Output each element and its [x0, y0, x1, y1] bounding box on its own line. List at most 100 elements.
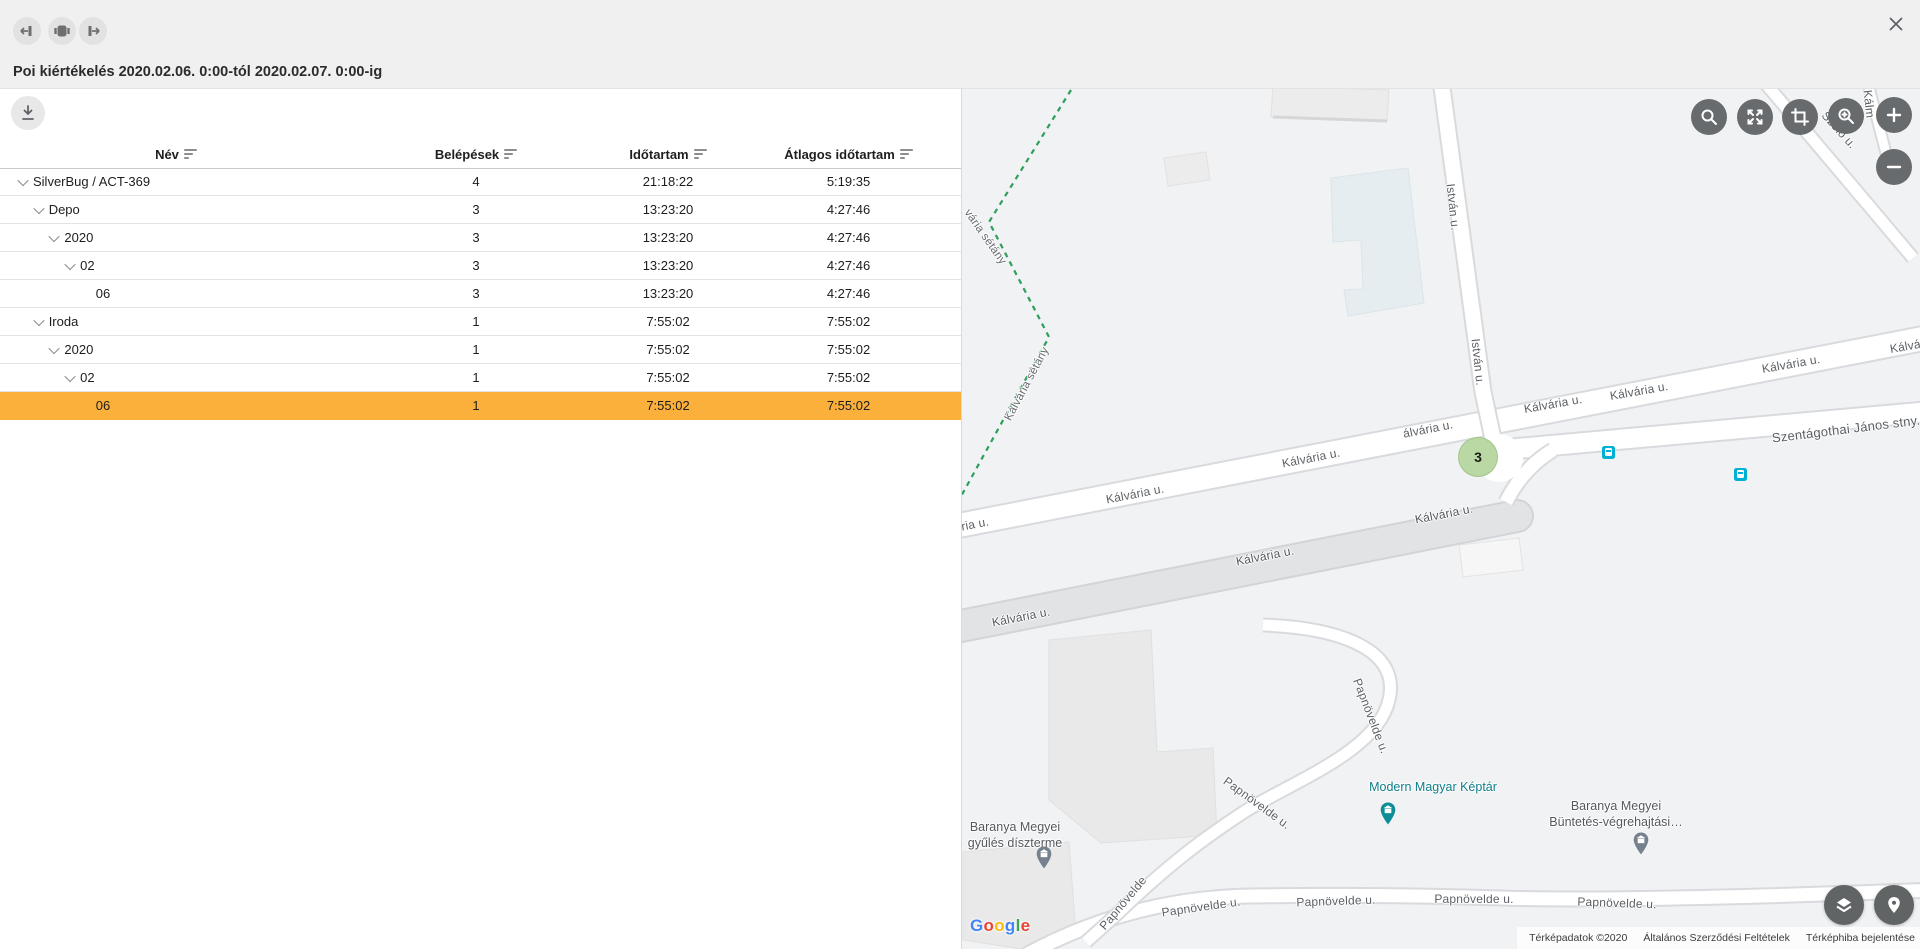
duration-value: 7:55:02: [600, 398, 736, 413]
table-body: SilverBug / ACT-369421:18:225:19:35Depo3…: [0, 168, 961, 420]
expand-chevron-icon[interactable]: [29, 308, 49, 335]
map-layers-button[interactable]: [1824, 885, 1864, 925]
table-row[interactable]: SilverBug / ACT-369421:18:225:19:35: [0, 168, 961, 196]
location-pin-icon: [1884, 895, 1904, 915]
poi-pin-icon-baranya-gyules[interactable]: [1035, 846, 1054, 876]
collapse-right-button[interactable]: [79, 17, 107, 45]
expand-chevron-icon: [76, 392, 96, 419]
report-panel: Név Belépések Időtartam Átlagos időtartam S…: [0, 88, 961, 949]
duration-value: 13:23:20: [600, 258, 736, 273]
poi-pin-icon-baranya-buntetes[interactable]: [1632, 832, 1651, 862]
entries-value: 1: [352, 398, 600, 413]
google-logo-letter: g: [1005, 916, 1016, 935]
name-cell: 2020: [0, 336, 352, 363]
column-header-label: Átlagos időtartam: [784, 147, 895, 162]
avg-duration-value: 4:27:46: [736, 202, 961, 217]
expand-chevron-icon[interactable]: [29, 196, 49, 223]
close-icon[interactable]: [1884, 12, 1908, 36]
arrow-to-bar-right-icon: [84, 22, 102, 40]
row-name: 02: [80, 370, 94, 385]
zoom-area-icon: [1836, 106, 1856, 126]
poi-pin-icon-modern-magyar-keptar[interactable]: [1379, 802, 1398, 832]
bus-stop-icon[interactable]: [1734, 468, 1747, 481]
layout-center-button[interactable]: [48, 17, 76, 45]
sort-icon: [694, 147, 707, 161]
poi-label-baranya-buntetes[interactable]: Baranya MegyeiBüntetés-végrehajtási…: [1549, 798, 1682, 830]
poi-label-modern-magyar-keptar[interactable]: Modern Magyar Képtár: [1369, 779, 1497, 795]
map-search-button[interactable]: [1691, 99, 1727, 135]
expand-chevron-icon[interactable]: [13, 168, 33, 195]
row-name: 06: [96, 398, 110, 413]
road-kalvaria-gray: [962, 516, 1517, 628]
entries-value: 3: [352, 258, 600, 273]
minus-icon: [1884, 157, 1904, 177]
collapse-left-button[interactable]: [13, 17, 41, 45]
expand-chevron-icon[interactable]: [44, 336, 64, 363]
avg-duration-value: 7:55:02: [736, 314, 961, 329]
name-cell: 02: [0, 364, 352, 391]
google-logo[interactable]: Google: [970, 916, 1030, 936]
fullscreen-icon: [1745, 107, 1765, 127]
google-logo-letter: o: [984, 916, 995, 935]
table-row[interactable]: 02313:23:204:27:46: [0, 252, 961, 280]
google-logo-letter: e: [1021, 916, 1031, 935]
expand-chevron-icon[interactable]: [60, 364, 80, 391]
name-cell: 02: [0, 252, 352, 279]
download-button[interactable]: [11, 96, 45, 130]
column-header-label: Időtartam: [629, 147, 688, 162]
attribution-link[interactable]: Térképhiba bejelentése: [1806, 932, 1915, 944]
avg-duration-value: 7:55:02: [736, 398, 961, 413]
table-row[interactable]: 202017:55:027:55:02: [0, 336, 961, 364]
entries-value: 1: [352, 342, 600, 357]
name-cell: Depo: [0, 196, 352, 223]
avg-duration-value: 5:19:35: [736, 174, 961, 189]
panel-layout-icon: [53, 22, 71, 40]
bus-stop-icon[interactable]: [1602, 446, 1615, 459]
google-logo-letter: G: [970, 916, 984, 935]
entries-value: 1: [352, 314, 600, 329]
table-row[interactable]: 2020313:23:204:27:46: [0, 224, 961, 252]
map-attribution: Térképadatok ©2020Általános Szerződési F…: [1517, 927, 1920, 949]
table-row[interactable]: 0217:55:027:55:02: [0, 364, 961, 392]
poi-label-line: Büntetés-végrehajtási…: [1549, 814, 1682, 830]
column-header-nev[interactable]: Név: [0, 147, 352, 162]
expand-chevron-icon[interactable]: [60, 252, 80, 279]
table-row[interactable]: Iroda17:55:027:55:02: [0, 308, 961, 336]
row-name: SilverBug / ACT-369: [33, 174, 150, 189]
poi-label-line: Baranya Megyei: [1549, 798, 1682, 814]
map-zoom-out-button[interactable]: [1876, 149, 1912, 185]
column-header-label: Belépések: [435, 147, 499, 162]
map-canvas: [962, 88, 1920, 949]
duration-value: 13:23:20: [600, 230, 736, 245]
google-logo-letter: o: [994, 916, 1005, 935]
table-row[interactable]: Depo313:23:204:27:46: [0, 196, 961, 224]
expand-chevron-icon[interactable]: [44, 224, 64, 251]
map-fullscreen-button[interactable]: [1737, 99, 1773, 135]
sort-icon: [900, 147, 913, 161]
table-row[interactable]: 0617:55:027:55:02: [0, 392, 961, 420]
duration-value: 13:23:20: [600, 202, 736, 217]
name-cell: 2020: [0, 224, 352, 251]
attribution-link[interactable]: Általános Szerződési Feltételek: [1643, 932, 1790, 944]
avg-duration-value: 4:27:46: [736, 258, 961, 273]
name-cell: Iroda: [0, 308, 352, 335]
duration-value: 7:55:02: [600, 370, 736, 385]
map-panel[interactable]: ria u.Kálvária u.Kálvária u.álvária u.Ká…: [961, 88, 1920, 949]
column-header-belepesek[interactable]: Belépések: [352, 147, 600, 162]
map-zoom-area-button[interactable]: [1828, 98, 1864, 134]
map-location-button[interactable]: [1874, 885, 1914, 925]
name-cell: SilverBug / ACT-369: [0, 168, 352, 195]
poi-label-line: Modern Magyar Képtár: [1369, 779, 1497, 795]
page-title: Poi kiértékelés 2020.02.06. 0:00-tól 202…: [13, 64, 382, 80]
cluster-marker[interactable]: 3: [1458, 437, 1498, 477]
column-header-atlagos-idotartam[interactable]: Átlagos időtartam: [736, 147, 961, 162]
download-icon: [18, 103, 38, 123]
map-crop-button[interactable]: [1782, 99, 1818, 135]
layers-icon: [1833, 894, 1855, 916]
map-zoom-in-button[interactable]: [1876, 97, 1912, 133]
column-header-idotartam[interactable]: Időtartam: [600, 147, 736, 162]
table-row[interactable]: 06313:23:204:27:46: [0, 280, 961, 308]
app-window: Poi kiértékelés 2020.02.06. 0:00-tól 202…: [0, 0, 1920, 949]
avg-duration-value: 7:55:02: [736, 342, 961, 357]
top-bar: Poi kiértékelés 2020.02.06. 0:00-tól 202…: [0, 0, 1920, 89]
